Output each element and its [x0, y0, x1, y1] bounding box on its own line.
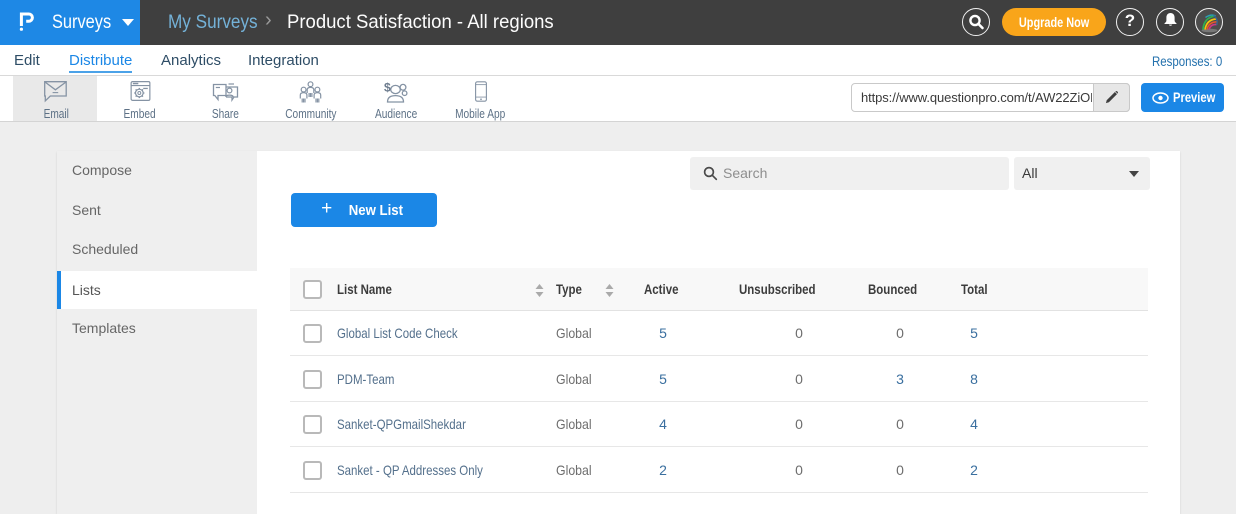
- svg-text:$: $: [384, 81, 391, 95]
